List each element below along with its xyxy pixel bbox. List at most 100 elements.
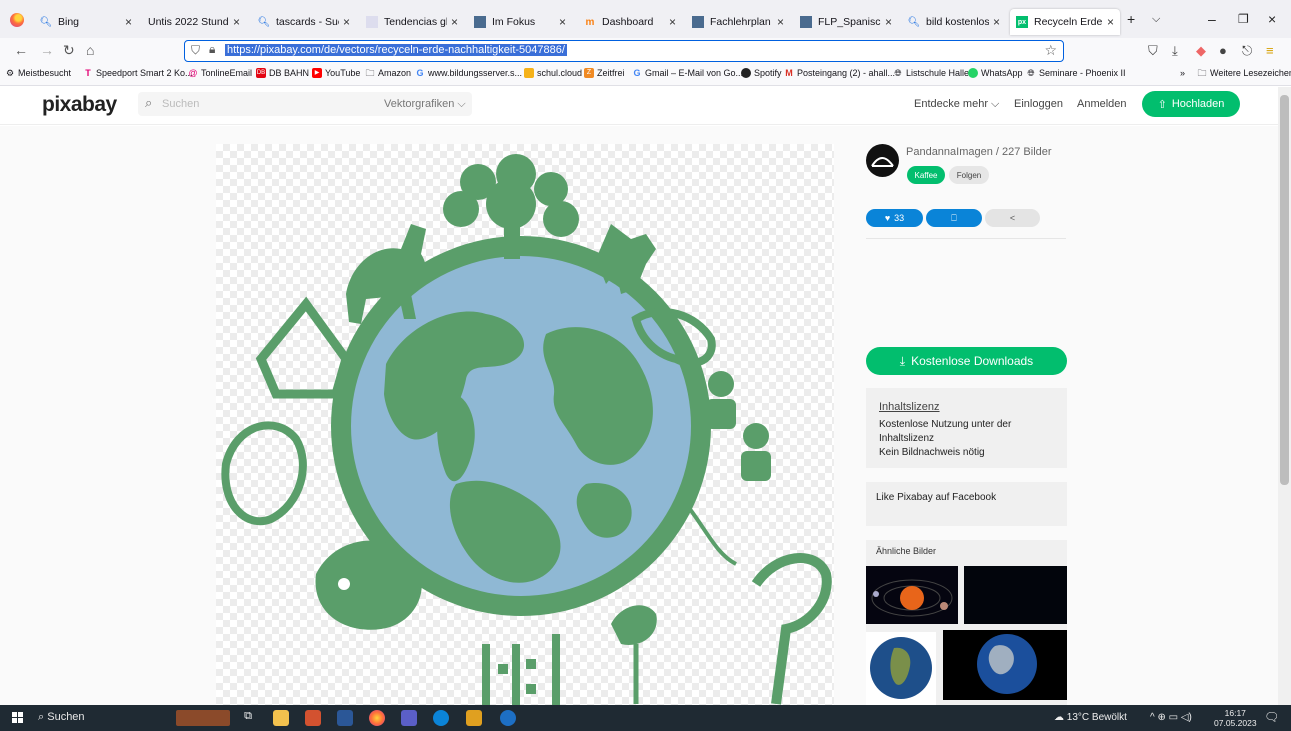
search-input[interactable]: Suchen: [162, 98, 199, 110]
close-tab-icon[interactable]: ×: [1107, 15, 1114, 29]
tab-list-chevron-icon[interactable]: ⌵: [1152, 13, 1160, 26]
scrollbar-thumb[interactable]: [1280, 95, 1289, 485]
similar-image-earth-africa[interactable]: [866, 632, 936, 705]
bookmark-item[interactable]: 🌐︎ Listschule Halle: [893, 68, 969, 78]
task-view-icon[interactable]: ⧉: [240, 710, 256, 726]
system-tray-icons[interactable]: ^ ⊕ ▭ ◁): [1150, 712, 1192, 723]
downloads-icon[interactable]: ⤓: [1172, 43, 1178, 59]
bookmark-star-icon[interactable]: ☆: [1044, 42, 1057, 59]
bookmark-item[interactable]: 🗀︎ Amazon: [365, 68, 411, 78]
bookmark-item[interactable]: @ TonlineEmail: [188, 68, 252, 78]
file-explorer-icon[interactable]: [273, 710, 289, 726]
close-tab-icon[interactable]: ×: [451, 15, 458, 29]
weather-widget[interactable]: ☁ 13°C Bewölkt: [1054, 712, 1127, 723]
share-button[interactable]: <: [985, 209, 1040, 227]
bookmark-item[interactable]: ⚙ Meistbesucht: [5, 68, 71, 78]
firefox-icon[interactable]: [10, 13, 24, 27]
login-link[interactable]: Einloggen: [1014, 98, 1063, 110]
home-icon[interactable]: ⌂: [86, 42, 94, 58]
tab-bing[interactable]: 🔍︎ Bing ×: [34, 9, 138, 35]
back-icon[interactable]: ←: [14, 42, 28, 58]
tab-untis[interactable]: Untis 2022 Stundenplan ×: [142, 9, 246, 35]
url-text[interactable]: https://pixabay.com/de/vectors/recyceln-…: [225, 44, 567, 56]
similar-image-solar-system[interactable]: [866, 566, 958, 624]
author-avatar[interactable]: [866, 144, 899, 177]
author-name[interactable]: PandannaImagen / 227 Bilder: [906, 146, 1052, 158]
tab-flp-spanisch[interactable]: FLP_Spanisch_Gym ×: [794, 9, 898, 35]
pocket-icon[interactable]: ⛉: [1148, 43, 1158, 59]
signup-link[interactable]: Anmelden: [1077, 98, 1127, 110]
tab-im-fokus[interactable]: Im Fokus ×: [468, 9, 572, 35]
edge-icon[interactable]: [433, 710, 449, 726]
teams-icon[interactable]: [401, 710, 417, 726]
close-tab-icon[interactable]: ×: [559, 15, 566, 29]
firefox-taskbar-icon[interactable]: [369, 710, 385, 726]
bookmark-item[interactable]: 🌐︎ Seminare - Phoenix II: [1026, 68, 1125, 78]
bookmark-item[interactable]: Spotify: [741, 68, 782, 78]
close-window-icon[interactable]: ×: [1268, 11, 1276, 27]
shield-icon[interactable]: ⛉: [191, 43, 200, 58]
menu-icon[interactable]: ≡: [1266, 43, 1274, 58]
forward-icon[interactable]: →: [40, 42, 54, 58]
bookmark-item[interactable]: schul.cloud: [524, 68, 582, 78]
share-icon[interactable]: ⎋: [1242, 43, 1252, 59]
explore-menu[interactable]: Entdecke mehr ⌵: [914, 98, 999, 111]
powerpoint-icon[interactable]: [305, 710, 321, 726]
upload-button[interactable]: ⇧ Hochladen: [1142, 91, 1240, 117]
windows-start-icon[interactable]: [12, 712, 24, 724]
notifications-icon[interactable]: 🗨︎: [1264, 710, 1279, 724]
system-clock[interactable]: 16:17 07.05.2023: [1214, 708, 1257, 728]
similar-image-planet-horizon[interactable]: [964, 566, 1067, 624]
media-type-dropdown[interactable]: Vektorgrafiken ⌵: [384, 98, 466, 111]
tab-recyceln-erde[interactable]: px Recyceln Erde Nach ×: [1010, 9, 1120, 35]
webex-icon[interactable]: [500, 710, 516, 726]
similar-image-earth-space[interactable]: [943, 630, 1067, 700]
taskbar-search[interactable]: ⌕ Suchen: [38, 711, 85, 724]
word-icon[interactable]: [337, 710, 353, 726]
minimize-icon[interactable]: –: [1208, 11, 1216, 27]
bookmark-item[interactable]: G Gmail – E-Mail von Go...: [632, 68, 743, 78]
bookmark-item[interactable]: ▶ YouTube: [312, 68, 360, 78]
tab-tascards[interactable]: 🔍︎ tascards - Suchen ×: [252, 9, 356, 35]
tab-fachlehrplan[interactable]: Fachlehrplan ×: [686, 9, 790, 35]
close-tab-icon[interactable]: ×: [343, 15, 350, 29]
bookmarks-overflow-icon[interactable]: »: [1180, 68, 1185, 78]
bookmark-folder-more[interactable]: 🗀︎ Weitere Lesezeichen: [1197, 68, 1291, 78]
collect-button[interactable]: ⎕: [926, 209, 982, 227]
bookmark-item[interactable]: T Speedport Smart 2 Ko...: [83, 68, 192, 78]
close-tab-icon[interactable]: ×: [993, 15, 1000, 29]
pixabay-logo[interactable]: pixabay: [42, 93, 117, 117]
bookmark-item[interactable]: WhatsApp: [968, 68, 1023, 78]
tab-dashboard[interactable]: m Dashboard ×: [578, 9, 682, 35]
account-icon[interactable]: ●: [1219, 43, 1227, 58]
new-tab-icon[interactable]: +: [1127, 11, 1135, 27]
follow-button[interactable]: Folgen: [949, 166, 989, 184]
bookmark-item[interactable]: DB DB BAHN: [256, 68, 309, 78]
page-scrollbar[interactable]: [1278, 87, 1291, 705]
close-tab-icon[interactable]: ×: [233, 15, 240, 29]
store-icon[interactable]: [466, 710, 482, 726]
bookmark-item[interactable]: Z Zeitfrei: [584, 68, 625, 78]
tab-bild-kostenlos[interactable]: 🔍︎ bild kostenlos wasse ×: [902, 9, 1006, 35]
planet-horizon-thumbnail: [964, 596, 1067, 624]
reload-icon[interactable]: ↻: [63, 42, 75, 59]
bookmark-item[interactable]: Gwww.bildungsserver.s...: [415, 68, 522, 78]
license-link[interactable]: Inhaltslizenz: [879, 401, 940, 413]
download-button[interactable]: ⤓ Kostenlose Downloads: [866, 347, 1067, 375]
restore-icon[interactable]: ❐: [1238, 12, 1249, 26]
search-bar[interactable]: ⌕ Suchen Vektorgrafiken ⌵: [138, 92, 472, 116]
coffee-button[interactable]: Kaffee: [907, 166, 945, 184]
close-tab-icon[interactable]: ×: [777, 15, 784, 29]
extension-icon[interactable]: ◆: [1196, 43, 1206, 59]
like-button[interactable]: ♥ 33: [866, 209, 923, 227]
close-tab-icon[interactable]: ×: [125, 15, 132, 29]
taskbar-widget-image[interactable]: [176, 710, 230, 726]
url-bar[interactable]: ⛉ 🔒︎ https://pixabay.com/de/vectors/recy…: [184, 40, 1064, 62]
close-tab-icon[interactable]: ×: [885, 15, 892, 29]
lock-icon[interactable]: 🔒︎: [209, 42, 215, 57]
close-tab-icon[interactable]: ×: [669, 15, 676, 29]
main-image[interactable]: [216, 144, 834, 705]
windows-taskbar: ⌕ Suchen ⧉ ☁ 13°C Bewölkt ^ ⊕ ▭ ◁) 16:17…: [0, 705, 1291, 731]
bookmark-item[interactable]: M Posteingang (2) - ahall...: [784, 68, 895, 78]
tab-tendencias[interactable]: Tendencias globales ×: [360, 9, 464, 35]
